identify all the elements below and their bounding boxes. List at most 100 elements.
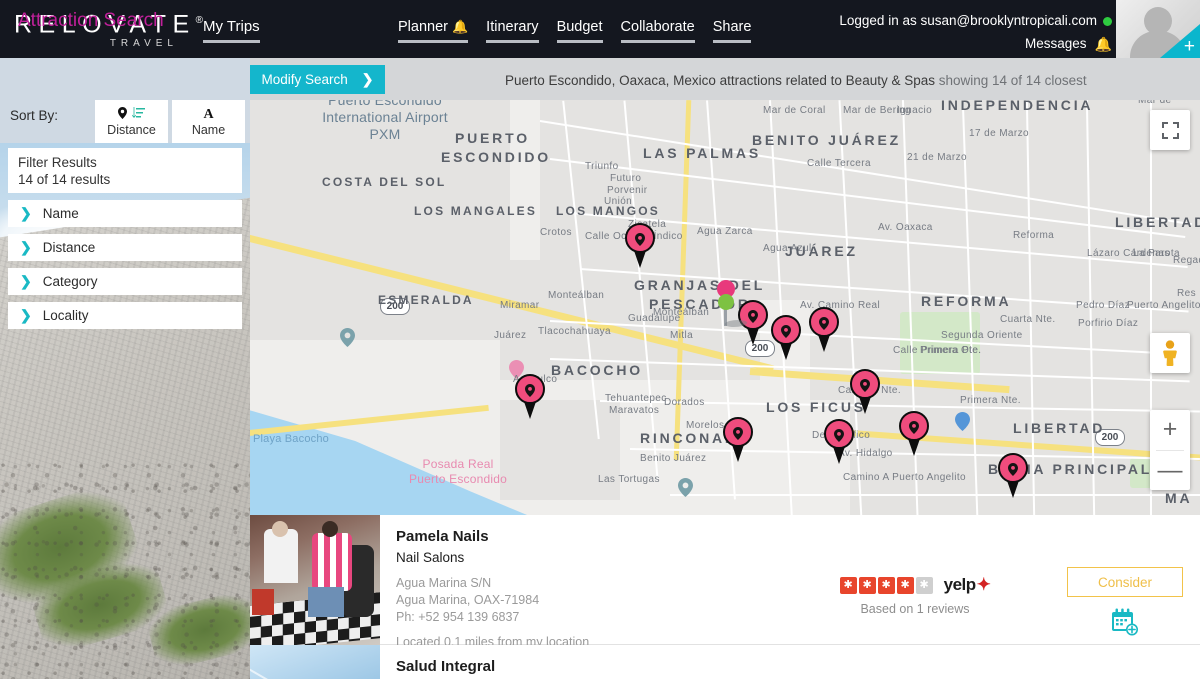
map-label: BENITO JUÁREZ: [752, 132, 901, 148]
map-label: REFORMA: [921, 293, 1012, 309]
fullscreen-button[interactable]: [1150, 110, 1190, 150]
modify-search-button[interactable]: Modify Search ❯: [250, 65, 385, 94]
filter-results-count: 14 of 14 results: [18, 172, 111, 187]
sort-button-distance[interactable]: Distance: [95, 100, 168, 143]
sort-button-name[interactable]: A Name: [172, 100, 245, 143]
bell-icon: 🔔: [451, 19, 469, 34]
nav-item-budget[interactable]: Budget: [556, 19, 603, 43]
fullscreen-icon: [1161, 121, 1179, 139]
online-status-dot: [1103, 16, 1112, 26]
map-label: Segunda Oriente: [941, 330, 1023, 341]
map-label: Regadillo: [1173, 255, 1200, 266]
consider-button[interactable]: Consider: [1067, 567, 1183, 597]
map-label: Tlacochahuaya: [538, 326, 612, 337]
map-label: Mitla: [670, 330, 694, 341]
filter-facet-distance[interactable]: ❯ Distance: [8, 234, 242, 261]
filter-facet-name[interactable]: ❯ Name: [8, 200, 242, 227]
messages-row[interactable]: Messages 🔔: [839, 32, 1112, 56]
plus-icon[interactable]: +: [1184, 37, 1195, 56]
nav-item-my-trips[interactable]: My Trips: [203, 18, 260, 43]
zoom-out-button[interactable]: —: [1150, 450, 1190, 490]
map-label: MA: [1165, 490, 1193, 506]
filter-facet-locality[interactable]: ❯ Locality: [8, 302, 242, 329]
map-label: ESMERALDA: [378, 293, 474, 307]
messages-label: Messages: [1025, 36, 1087, 51]
map-pin-result[interactable]: [995, 453, 1031, 499]
filter-results-panel: Filter Results 14 of 14 results: [8, 148, 242, 193]
result-info: Pamela Nails Nail Salons Agua Marina S/N…: [380, 515, 780, 649]
result-card[interactable]: Salud Integral: [250, 645, 1200, 679]
page-title: Attraction Search: [18, 10, 164, 31]
map-label: Camino A Puerto Angelito: [843, 472, 967, 483]
filter-facet-category[interactable]: ❯ Category: [8, 268, 242, 295]
map-pin-result[interactable]: [821, 419, 857, 465]
map-label: 17 de Marzo: [969, 128, 1029, 139]
avatar[interactable]: +: [1116, 0, 1200, 58]
result-phone: Ph: +52 954 139 6837: [396, 610, 520, 624]
map-label: COSTA DEL SOL: [322, 175, 447, 189]
result-thumbnail[interactable]: [250, 515, 380, 645]
map-label: Primera Nte.: [960, 395, 1021, 406]
filter-facet-category-label: Category: [42, 274, 98, 289]
result-thumbnail[interactable]: [250, 645, 380, 679]
street-view-pegman-button[interactable]: [1150, 333, 1190, 373]
map-label: Res: [1177, 288, 1196, 299]
nav-item-collaborate[interactable]: Collaborate: [620, 19, 695, 43]
map-label: LAS PALMAS: [643, 145, 761, 161]
poi-marker-supermarket-chedraui[interactable]: [955, 412, 970, 431]
map-pin-result[interactable]: [847, 369, 883, 415]
filter-facet-distance-label: Distance: [42, 240, 96, 255]
nav-item-planner[interactable]: Planner 🔔: [398, 19, 469, 43]
nav-item-itinerary[interactable]: Itinerary: [486, 19, 539, 43]
map-label: Maravatos: [609, 405, 660, 416]
map-pin-result[interactable]: [512, 374, 548, 420]
logged-in-row: Logged in as susan@brooklyntropicali.com: [839, 9, 1112, 32]
result-address-line-2: Agua Marina, OAX-71984: [396, 593, 540, 607]
chevron-right-icon: ❯: [20, 205, 32, 221]
filter-facet-locality-label: Locality: [42, 308, 89, 323]
filter-facet-name-label: Name: [42, 206, 79, 221]
map-label: Benito Juárez: [640, 453, 707, 464]
map-label: Triunfo: [585, 161, 619, 172]
zoom-in-button[interactable]: +: [1150, 410, 1190, 450]
left-sidebar: Sort By: Distance A Name Filter Results …: [0, 100, 250, 679]
map-label: Puerto Escondido International Airport P…: [322, 100, 448, 142]
map-label: ESCONDIDO: [441, 149, 551, 165]
star-icon: ✱: [858, 576, 876, 594]
result-rating-block: [780, 645, 1050, 679]
nav-item-share[interactable]: Share: [712, 19, 752, 43]
map-label: Monteálban: [548, 290, 605, 301]
map-label: Ignacio: [897, 105, 933, 116]
filter-results-title: Filter Results: [18, 155, 97, 170]
map-label: Pedro Díaz: [1076, 300, 1131, 311]
result-name[interactable]: Salud Integral: [396, 657, 780, 677]
chevron-right-icon: ❯: [20, 273, 32, 289]
map-pin-result[interactable]: [896, 411, 932, 457]
sub-header-left-panel: [0, 58, 250, 100]
chevron-right-icon: ❯: [20, 307, 32, 323]
yelp-logo[interactable]: yelp ✦: [944, 575, 991, 595]
add-to-calendar-icon[interactable]: [1110, 607, 1140, 637]
map-label: Agua Zarca: [697, 226, 753, 237]
poi-marker-playa-carrizalillo[interactable]: [678, 478, 693, 497]
map-pin-result[interactable]: [720, 417, 756, 463]
map-pin-result[interactable]: [806, 307, 842, 353]
map-label: Unión: [604, 196, 633, 207]
map-label: Calle Primera Pte.: [893, 345, 982, 356]
map-label: Mar de Coral: [763, 105, 826, 116]
map-label: GRANJAS DEL: [634, 277, 766, 293]
sort-button-name-label: Name: [191, 122, 226, 137]
sort-button-distance-label: Distance: [107, 122, 156, 137]
result-card[interactable]: Pamela Nails Nail Salons Agua Marina S/N…: [250, 515, 1200, 649]
map-label: Av. Oaxaca: [878, 222, 933, 233]
map-pin-result[interactable]: [768, 315, 804, 361]
map-label: Juárez: [494, 330, 527, 341]
poi-marker-playa-bacocho[interactable]: [340, 328, 355, 347]
brand-logo-subtitle: TRAVEL: [109, 38, 178, 50]
map-label: Porvenir: [607, 185, 648, 196]
blue-photo: [250, 645, 380, 679]
map-pin-result[interactable]: [622, 223, 658, 269]
results-list[interactable]: Pamela Nails Nail Salons Agua Marina S/N…: [250, 515, 1200, 679]
result-name[interactable]: Pamela Nails: [396, 527, 780, 547]
result-rating-block: ✱ ✱ ✱ ✱ ✱ yelp ✦ Based on 1 reviews: [780, 515, 1050, 644]
